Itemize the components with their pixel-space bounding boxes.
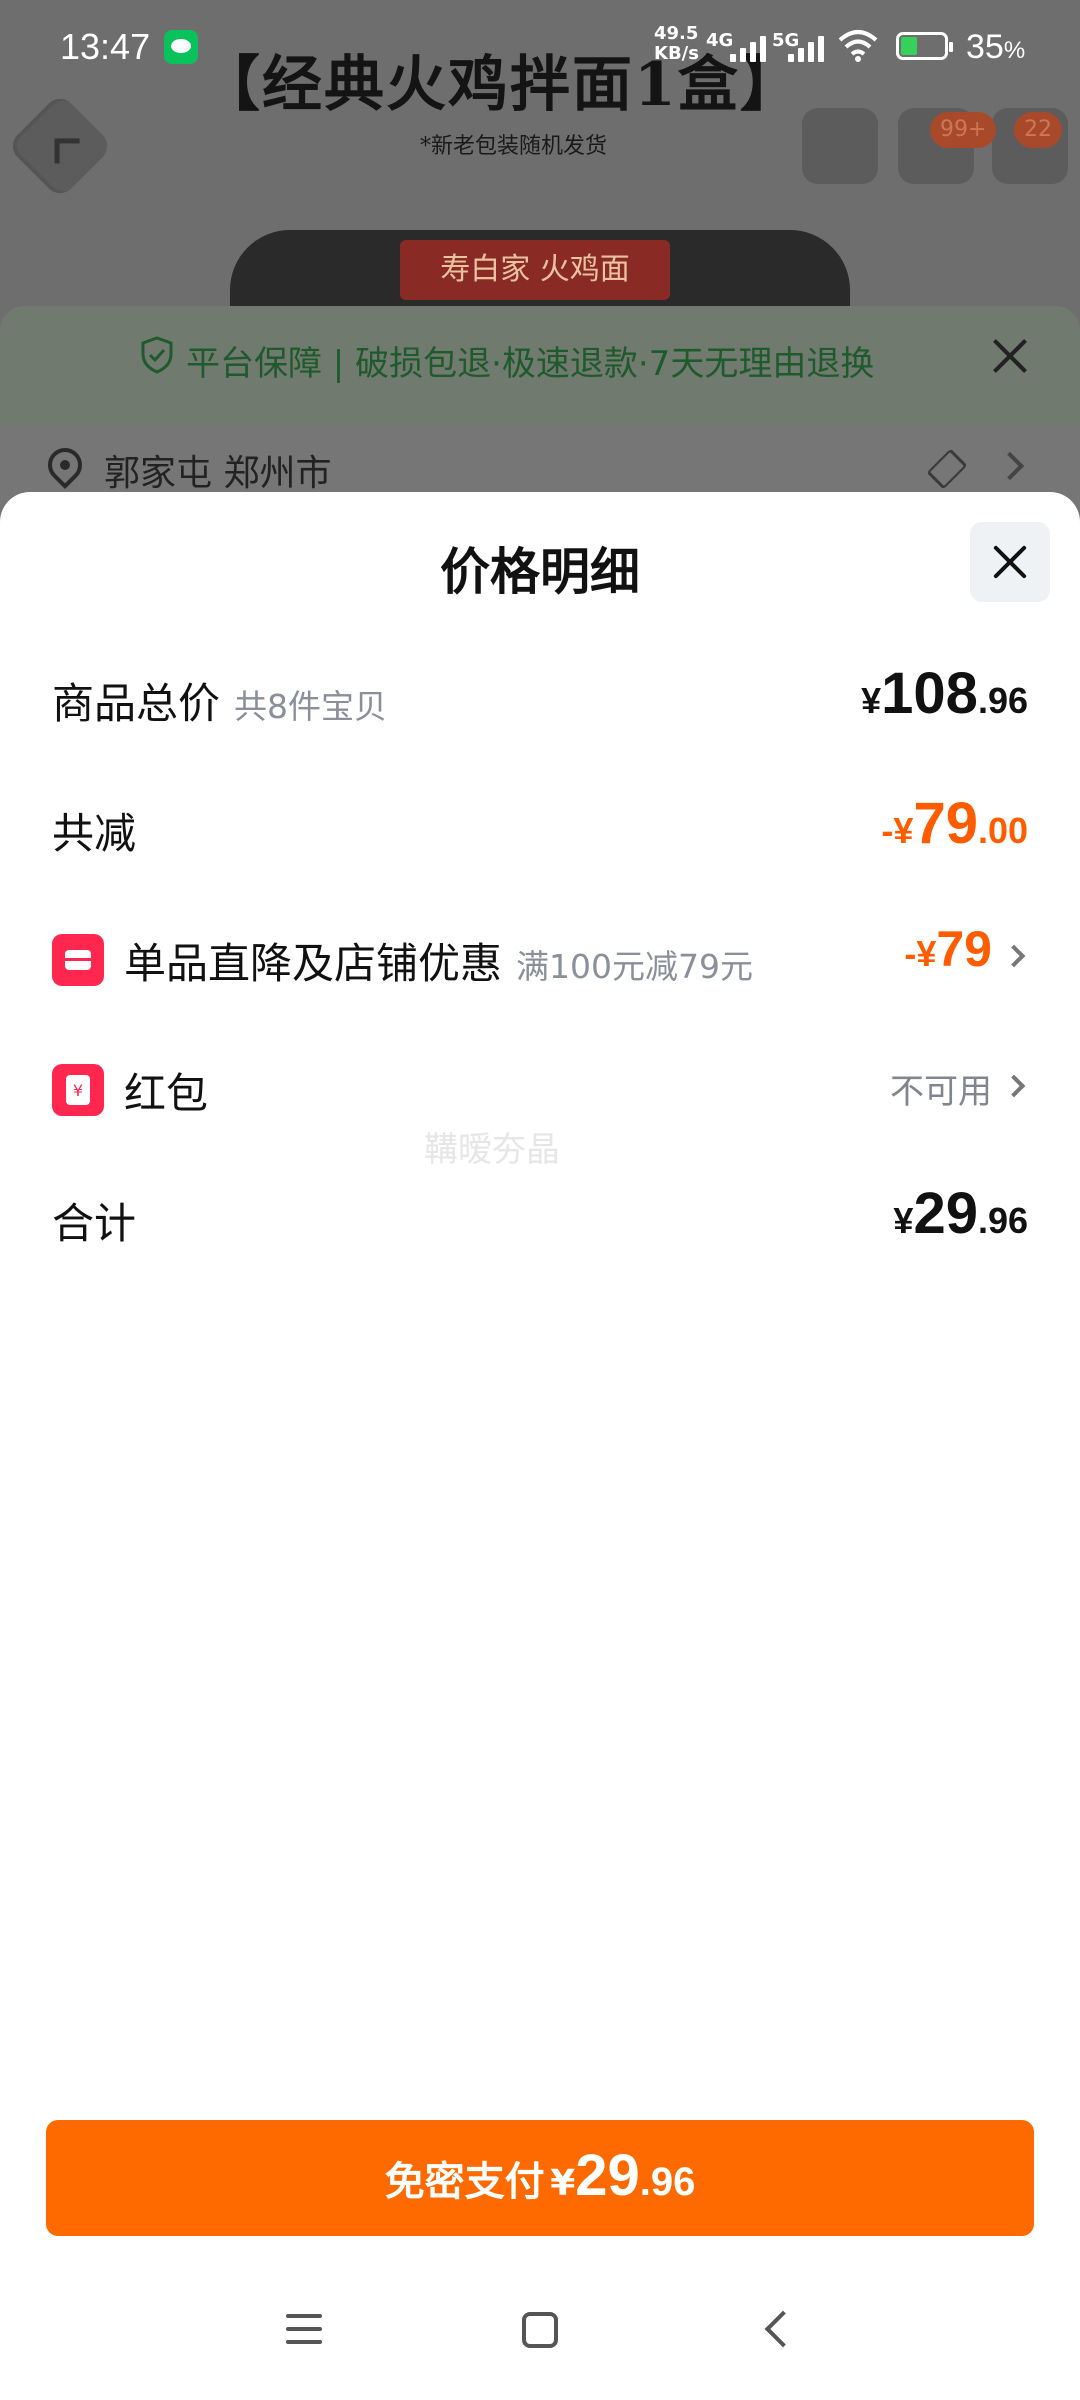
password-free-pay-button[interactable]: 免密支付 ¥29.96 <box>46 2120 1034 2236</box>
address-text: 郭家屯 郑州市 <box>104 453 332 494</box>
share-button[interactable] <box>802 108 878 184</box>
back-button[interactable] <box>6 92 114 200</box>
network-speed-value: 49.5 <box>654 23 699 44</box>
network-speed-unit: KB/s <box>654 43 699 64</box>
pay-button-label: 免密支付 <box>384 2159 545 2205</box>
guarantee-close-icon[interactable] <box>990 336 1030 376</box>
product-brand-label: 寿白家 火鸡面 <box>400 240 670 300</box>
system-navigation-bar <box>0 2272 1080 2400</box>
pay-amount: 29 <box>575 2143 640 2208</box>
guarantee-text: 平台保障 | 破损包退·极速退款·7天无理由退换 <box>186 344 875 384</box>
battery-percent: 35% <box>966 28 1026 66</box>
message-count-badge: 22 <box>1014 112 1062 148</box>
chevron-right-icon <box>1002 1074 1026 1098</box>
wechat-icon <box>164 30 198 64</box>
chevron-right-icon <box>995 451 1025 481</box>
status-bar: 13:47 49.5 KB/s 4G 5G 35% <box>0 0 1080 92</box>
platform-guarantee-strip: 平台保障 | 破损包退·极速退款·7天无理由退换 <box>0 306 1080 426</box>
red-packet-label: 红包 <box>124 1069 209 1118</box>
store-discount-value: -¥79 <box>904 921 992 977</box>
battery-icon <box>896 32 953 60</box>
back-icon[interactable] <box>764 2310 802 2348</box>
edit-pencil-icon[interactable] <box>926 448 968 490</box>
row-grand-total: 合计 ¥29.96 <box>52 1172 1028 1262</box>
row-store-discount[interactable]: 单品直降及店铺优惠 满100元减79元 -¥79 <box>52 912 1028 1002</box>
wifi-icon <box>838 30 878 62</box>
network-speed: 49.5 KB/s <box>654 24 699 64</box>
total-discount-value: -¥79.00 <box>881 791 1028 856</box>
home-icon[interactable] <box>522 2312 558 2348</box>
svg-text:¥: ¥ <box>73 1081 83 1100</box>
signal-bars-icon <box>730 32 774 62</box>
chevron-right-icon <box>1002 944 1026 968</box>
recent-apps-icon[interactable] <box>286 2314 322 2344</box>
goods-count: 共8件宝贝 <box>234 687 388 726</box>
price-detail-sheet: 价格明细 商品总价 共8件宝贝 ¥108.96 共减 -¥79.00 单品直降及店… <box>0 492 1080 2400</box>
grand-total-value: ¥29.96 <box>893 1181 1028 1246</box>
total-discount-label: 共减 <box>52 809 137 858</box>
red-packet-icon: ¥ <box>52 1064 104 1116</box>
shop-icon <box>52 934 104 986</box>
close-button[interactable] <box>970 522 1050 602</box>
row-red-packet[interactable]: ¥ 红包 不可用 <box>52 1042 1028 1132</box>
grand-total-label: 合计 <box>52 1199 137 1248</box>
signal-bars-icon <box>788 32 832 62</box>
red-packet-status: 不可用 <box>890 1072 992 1112</box>
goods-total-value: ¥108.96 <box>861 661 1028 726</box>
watermark: 鞲暧夯晶 <box>424 1130 560 1170</box>
store-discount-label: 单品直降及店铺优惠 满100元减79元 <box>124 939 753 988</box>
shield-check-icon <box>141 336 173 374</box>
banner-subtitle: *新老包装随机发货 <box>420 134 608 159</box>
sheet-title: 价格明细 <box>440 543 640 601</box>
store-discount-rule: 满100元减79元 <box>516 947 753 986</box>
status-time: 13:47 <box>60 26 151 67</box>
row-total-discount: 共减 -¥79.00 <box>52 782 1028 872</box>
goods-total-label: 商品总价 共8件宝贝 <box>52 679 388 728</box>
location-pin-icon <box>40 440 90 490</box>
cart-count-badge: 99+ <box>930 112 997 148</box>
row-goods-total: 商品总价 共8件宝贝 ¥108.96 <box>52 652 1028 742</box>
